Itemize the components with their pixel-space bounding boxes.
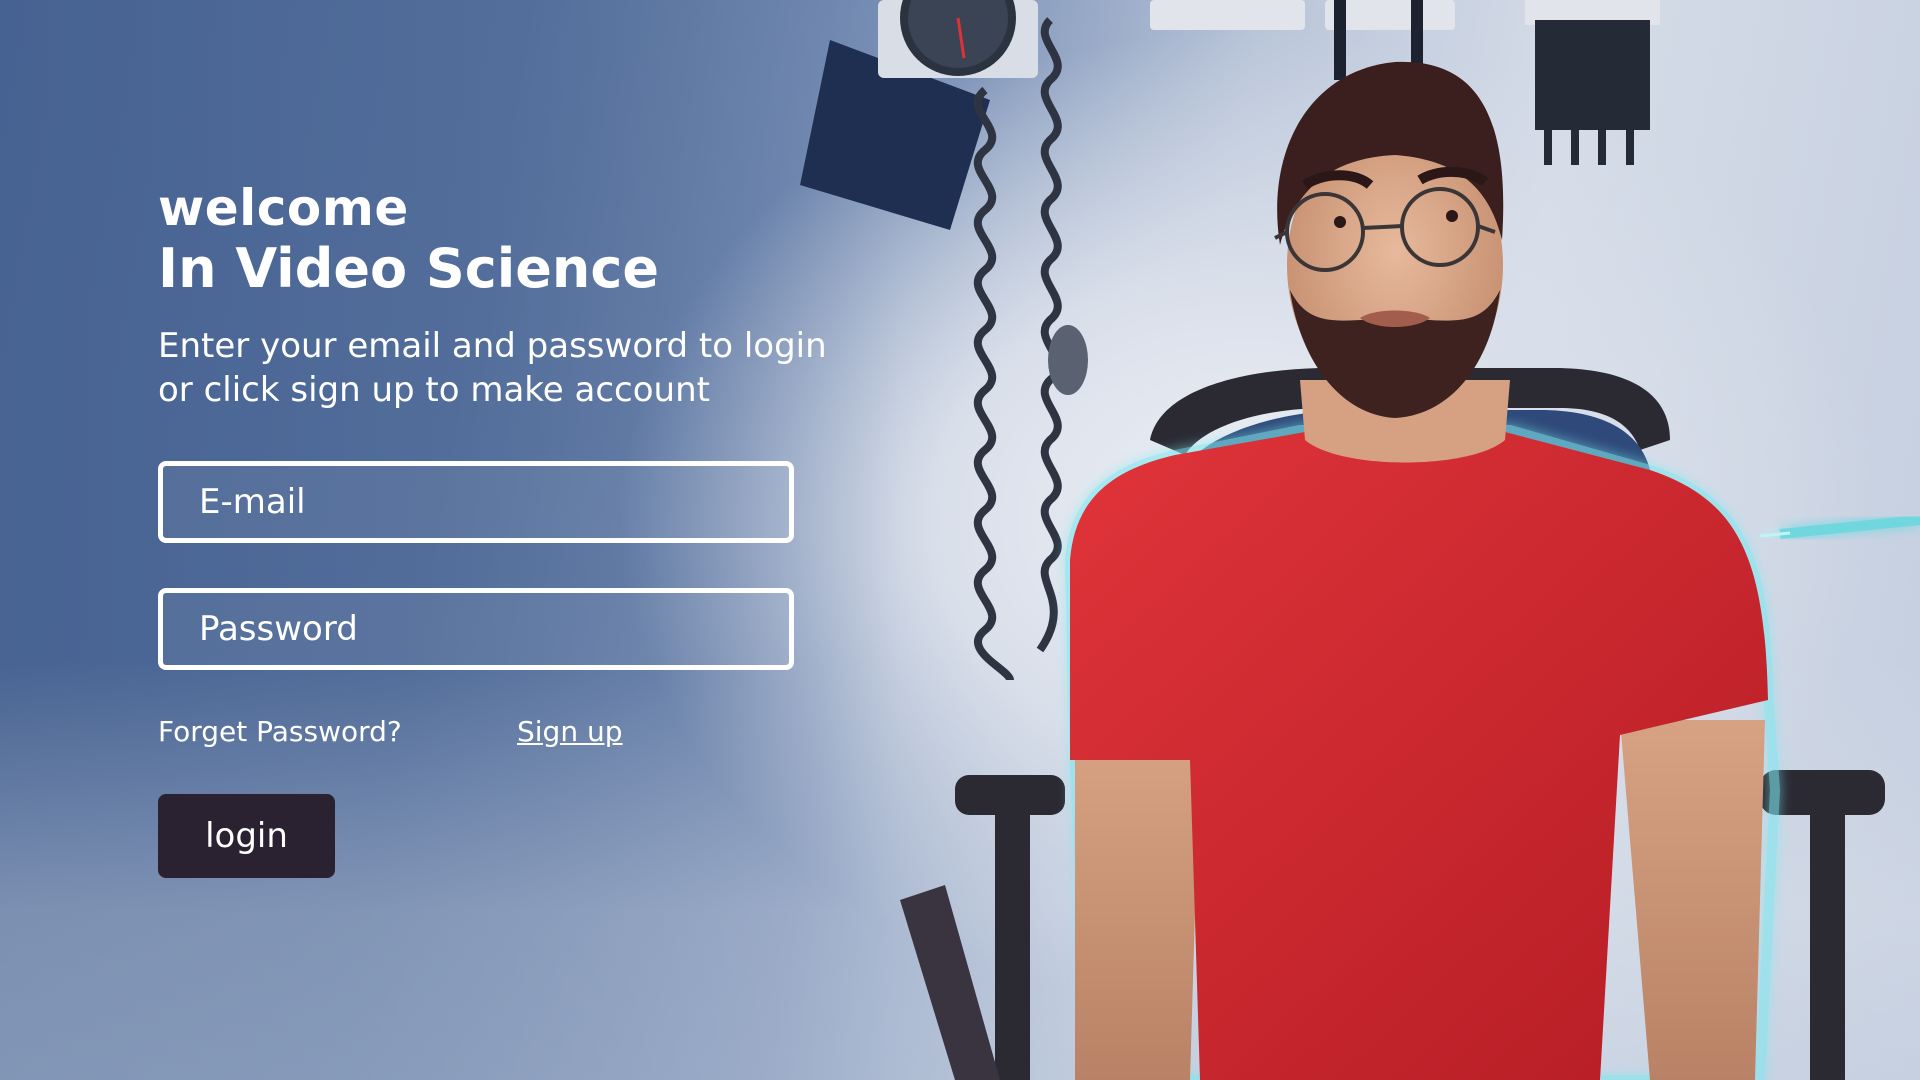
email-field[interactable] [158,461,794,543]
login-panel: welcome In Video Science Enter your emai… [158,179,858,878]
forget-password-link[interactable]: Forget Password? [158,715,402,748]
welcome-heading: welcome [158,179,409,237]
otoscope-holder-icon [1525,0,1660,165]
coiled-cable-icon [973,17,1062,682]
login-screen: welcome In Video Science Enter your emai… [0,0,1920,1080]
brand-title: In Video Science [158,237,659,300]
sign-up-link[interactable]: Sign up [517,715,623,748]
login-button[interactable]: login [158,794,335,878]
wall-dispenser-icon [1150,0,1305,30]
pressure-bulb-icon [1048,325,1088,395]
login-instructions: Enter your email and password to login o… [158,326,827,410]
auth-links: Forget Password? Sign up [158,715,858,755]
password-field[interactable] [158,588,794,670]
person-illustration [1064,61,1781,1080]
syringe-icon [1759,515,1920,539]
